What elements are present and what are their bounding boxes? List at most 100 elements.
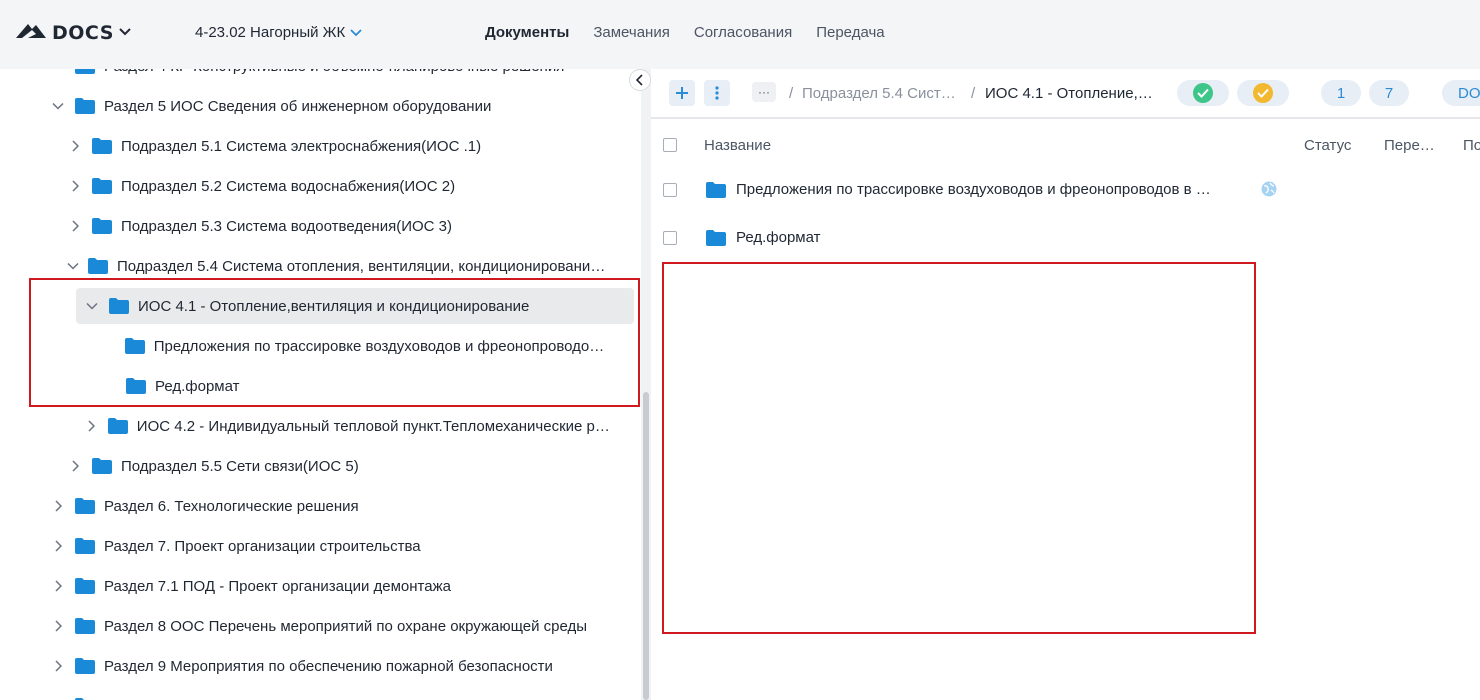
tree-item[interactable]: Подраздел 5.3 Система водоотведения(ИОС …	[67, 206, 610, 246]
chevron-right-icon[interactable]	[50, 660, 66, 672]
nav-remarks[interactable]: Замечания	[593, 24, 670, 41]
app-logo[interactable]: DOCS	[16, 20, 114, 45]
chevron-left-icon	[636, 74, 643, 86]
kebab-icon	[715, 86, 719, 100]
tree-item[interactable]: ИОС 4.2 - Индивидуальный тепловой пункт.…	[84, 406, 610, 446]
folder-icon	[75, 658, 95, 674]
breadcrumb-separator: /	[789, 85, 794, 102]
row-name[interactable]: Предложения по трассировке воздуховодов …	[736, 181, 1211, 198]
breadcrumb-parent[interactable]: Подраздел 5.4 Сист…	[802, 85, 956, 102]
folder-icon	[126, 378, 146, 394]
tree-item-label: Подраздел 5.4 Система отопления, вентиля…	[117, 257, 610, 275]
chevron-down-icon[interactable]	[50, 102, 66, 110]
add-button[interactable]	[669, 80, 695, 106]
chevron-right-icon[interactable]	[84, 420, 99, 432]
folder-icon	[88, 258, 108, 274]
chevron-right-icon[interactable]	[67, 460, 83, 472]
chevron-right-icon[interactable]	[67, 220, 83, 232]
column-transfer[interactable]: Пере…	[1384, 137, 1435, 154]
chevron-right-icon[interactable]	[50, 500, 66, 512]
chevron-right-icon[interactable]	[67, 140, 83, 152]
tree-scrollbar-thumb[interactable]	[643, 392, 649, 700]
tree-item-label: ИОС 4.1 - Отопление,вентиляция и кондици…	[138, 297, 530, 315]
tree-item[interactable]: Подраздел 5.4 Система отопления, вентиля…	[67, 246, 610, 286]
tree-item-label: Подраздел 5.1 Система электроснабжения(И…	[121, 137, 482, 155]
tree-item[interactable]: ИОС 4.1 - Отопление,вентиляция и кондици…	[76, 286, 634, 326]
chevron-down-icon[interactable]	[67, 262, 79, 270]
tree-item[interactable]: Раздел 7.1 ПОД - Проект организации демо…	[50, 566, 610, 606]
tree-item-label: Раздел 5 ИОС Сведения об инженерном обор…	[104, 97, 492, 115]
tree-item[interactable]: Раздел 5 ИОС Сведения об инженерном обор…	[50, 86, 610, 126]
app-switcher-chevron-icon[interactable]	[118, 24, 132, 42]
tree-item[interactable]: Раздел 7. Проект организации строительст…	[50, 526, 610, 566]
chevron-right-icon[interactable]	[67, 180, 83, 192]
tree-item[interactable]: Ред.формат	[101, 366, 610, 406]
tree-item[interactable]: Раздел 9 Мероприятия по обеспечению пожа…	[50, 646, 610, 686]
folder-icon	[75, 538, 95, 554]
tree-item-label: Ред.формат	[155, 377, 240, 395]
count-badge-2[interactable]: 7	[1369, 80, 1409, 106]
folder-icon	[92, 218, 112, 234]
check-icon	[1253, 83, 1273, 103]
nav-approvals[interactable]: Согласования	[694, 24, 792, 41]
tree-item-label: Подраздел 5.3 Система водоотведения(ИОС …	[121, 217, 452, 235]
project-selector[interactable]: 4-23.02 Нагорный ЖК	[195, 24, 362, 41]
tree-item-label: Раздел 4 КР Конструктивные и объемно-пла…	[104, 69, 564, 75]
chevron-right-icon[interactable]	[50, 580, 66, 592]
count-badge-1[interactable]: 1	[1321, 80, 1361, 106]
column-status[interactable]: Статус	[1304, 137, 1351, 154]
row-name[interactable]: Ред.формат	[736, 229, 821, 246]
table-row[interactable]: Предложения по трассировке воздуховодов …	[651, 167, 1480, 215]
folder-icon	[92, 138, 112, 154]
tree-item[interactable]: Раздел 4 КР Конструктивные и объемно-пла…	[50, 69, 610, 86]
approved-status-filter[interactable]	[1177, 80, 1229, 106]
table-row[interactable]: Ред.формат	[651, 215, 1480, 263]
select-all-checkbox[interactable]	[663, 138, 677, 152]
table-header: Название Статус Пере… По	[651, 129, 1480, 163]
folder-icon	[75, 498, 95, 514]
docs-filter-button[interactable]: DOC	[1442, 80, 1480, 106]
tree-item-label: ИОС 4.2 - Индивидуальный тепловой пункт.…	[136, 417, 610, 435]
tree-item[interactable]: Раздел 6. Технологические решения	[50, 486, 610, 526]
folder-icon	[92, 178, 112, 194]
documents-panel: ··· / Подраздел 5.4 Сист… / ИОС 4.1 - От…	[651, 69, 1480, 700]
tree-item[interactable]: Предложения по трассировке воздуховодов …	[101, 326, 610, 366]
folder-icon	[75, 618, 95, 634]
tree-item[interactable]: Подраздел 5.1 Система электроснабжения(И…	[67, 126, 610, 166]
folder-icon	[92, 458, 112, 474]
folder-tree: Раздел 4 КР Конструктивные и объемно-пла…	[0, 69, 641, 700]
globe-icon	[1261, 181, 1277, 202]
nav-documents[interactable]: Документы	[485, 24, 569, 41]
breadcrumb-ellipsis-button[interactable]: ···	[752, 82, 776, 102]
logo-text: DOCS	[52, 21, 114, 44]
pending-status-filter[interactable]	[1237, 80, 1289, 106]
breadcrumb-current: ИОС 4.1 - Отопление,…	[985, 85, 1153, 102]
chevron-down-icon[interactable]	[84, 302, 100, 310]
chevron-right-icon[interactable]	[50, 620, 66, 632]
folder-icon	[75, 69, 95, 74]
tree-item-label: Раздел 6. Технологические решения	[104, 497, 359, 515]
collapse-sidebar-button[interactable]	[629, 69, 651, 91]
column-extra[interactable]: По	[1463, 137, 1480, 154]
tree-item[interactable]: Подраздел 5.2 Система водоснабжения(ИОС …	[67, 166, 610, 206]
tree-item-label: Подраздел 5.2 Система водоснабжения(ИОС …	[121, 177, 456, 195]
folder-icon	[75, 98, 95, 114]
documents-toolbar: ··· / Подраздел 5.4 Сист… / ИОС 4.1 - От…	[651, 69, 1480, 119]
tree-item[interactable]: Подраздел 5.5 Сети связи(ИОС 5)	[67, 446, 610, 486]
logo-mountain-icon	[16, 20, 46, 45]
tree-item-label: Предложения по трассировке воздуховодов …	[153, 337, 610, 355]
nav-transfer[interactable]: Передача	[816, 24, 884, 41]
tree-item-label: Раздел 8 ООС Перечень мероприятий по охр…	[104, 617, 588, 635]
tree-item-label: Раздел 7.1 ПОД - Проект организации демо…	[104, 577, 451, 595]
breadcrumb-separator: /	[971, 85, 976, 102]
tree-item-label: Раздел 9 Мероприятия по обеспечению пожа…	[104, 657, 553, 675]
folder-icon	[124, 338, 145, 354]
chevron-right-icon[interactable]	[50, 540, 66, 552]
tree-item[interactable]: Раздел 10 Требования к обеспечению безоп…	[50, 686, 610, 700]
row-checkbox[interactable]	[663, 231, 677, 245]
column-name[interactable]: Название	[704, 137, 771, 154]
row-checkbox[interactable]	[663, 183, 677, 197]
tree-item[interactable]: Раздел 8 ООС Перечень мероприятий по охр…	[50, 606, 610, 646]
plus-icon	[676, 87, 688, 99]
more-actions-button[interactable]	[704, 80, 730, 106]
